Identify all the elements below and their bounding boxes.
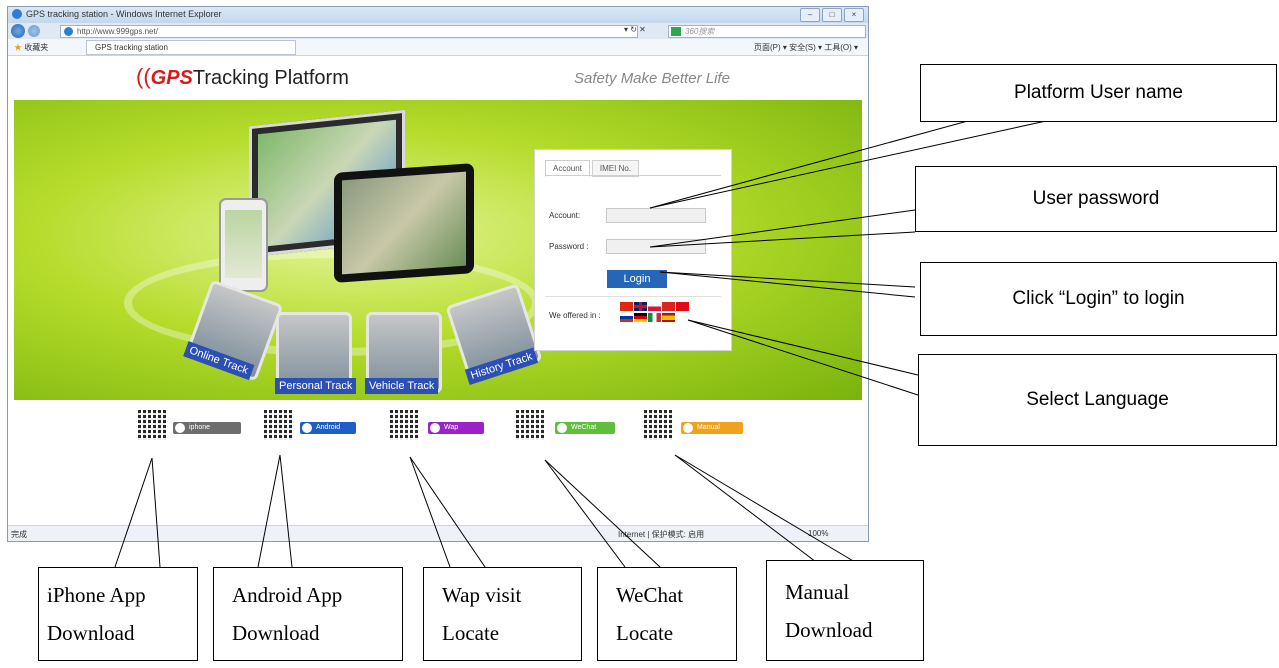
leader-line — [649, 231, 916, 248]
leader-line — [151, 457, 161, 568]
callout-line: Locate — [442, 621, 500, 645]
callout-line: Manual — [785, 579, 850, 604]
callout-language: Select Language — [918, 354, 1277, 446]
callout-password: User password — [915, 166, 1277, 232]
leader-line — [409, 456, 451, 568]
callout-username: Platform User name — [920, 64, 1277, 122]
leader-line — [114, 457, 153, 568]
leader-line — [544, 459, 626, 568]
leader-line — [257, 454, 281, 568]
callout-line: Download — [47, 621, 135, 645]
leader-line — [674, 454, 821, 566]
callout-iphone: iPhone App Download — [38, 567, 198, 661]
leader-line — [687, 319, 919, 396]
callout-line: Locate — [616, 621, 674, 645]
leader-line — [674, 454, 861, 566]
callout-line: Wap visit — [442, 583, 522, 607]
leader-line — [409, 456, 486, 568]
callout-line: Download — [232, 621, 320, 645]
callout-line: WeChat — [616, 583, 684, 607]
callout-line: iPhone App — [47, 583, 146, 607]
leader-line — [544, 459, 661, 568]
callout-line: Android App — [232, 583, 343, 607]
callout-wechat: WeChat Locate — [597, 567, 737, 661]
callout-wap: Wap visit Locate — [423, 567, 582, 661]
leader-line — [649, 209, 916, 248]
leader-line — [687, 319, 919, 376]
callout-line: Download — [785, 617, 873, 642]
callout-login: Click “Login” to login — [920, 262, 1277, 336]
leader-line — [279, 454, 293, 568]
callout-manual: Manual Download — [766, 560, 924, 661]
callout-android: Android App Download — [213, 567, 403, 661]
